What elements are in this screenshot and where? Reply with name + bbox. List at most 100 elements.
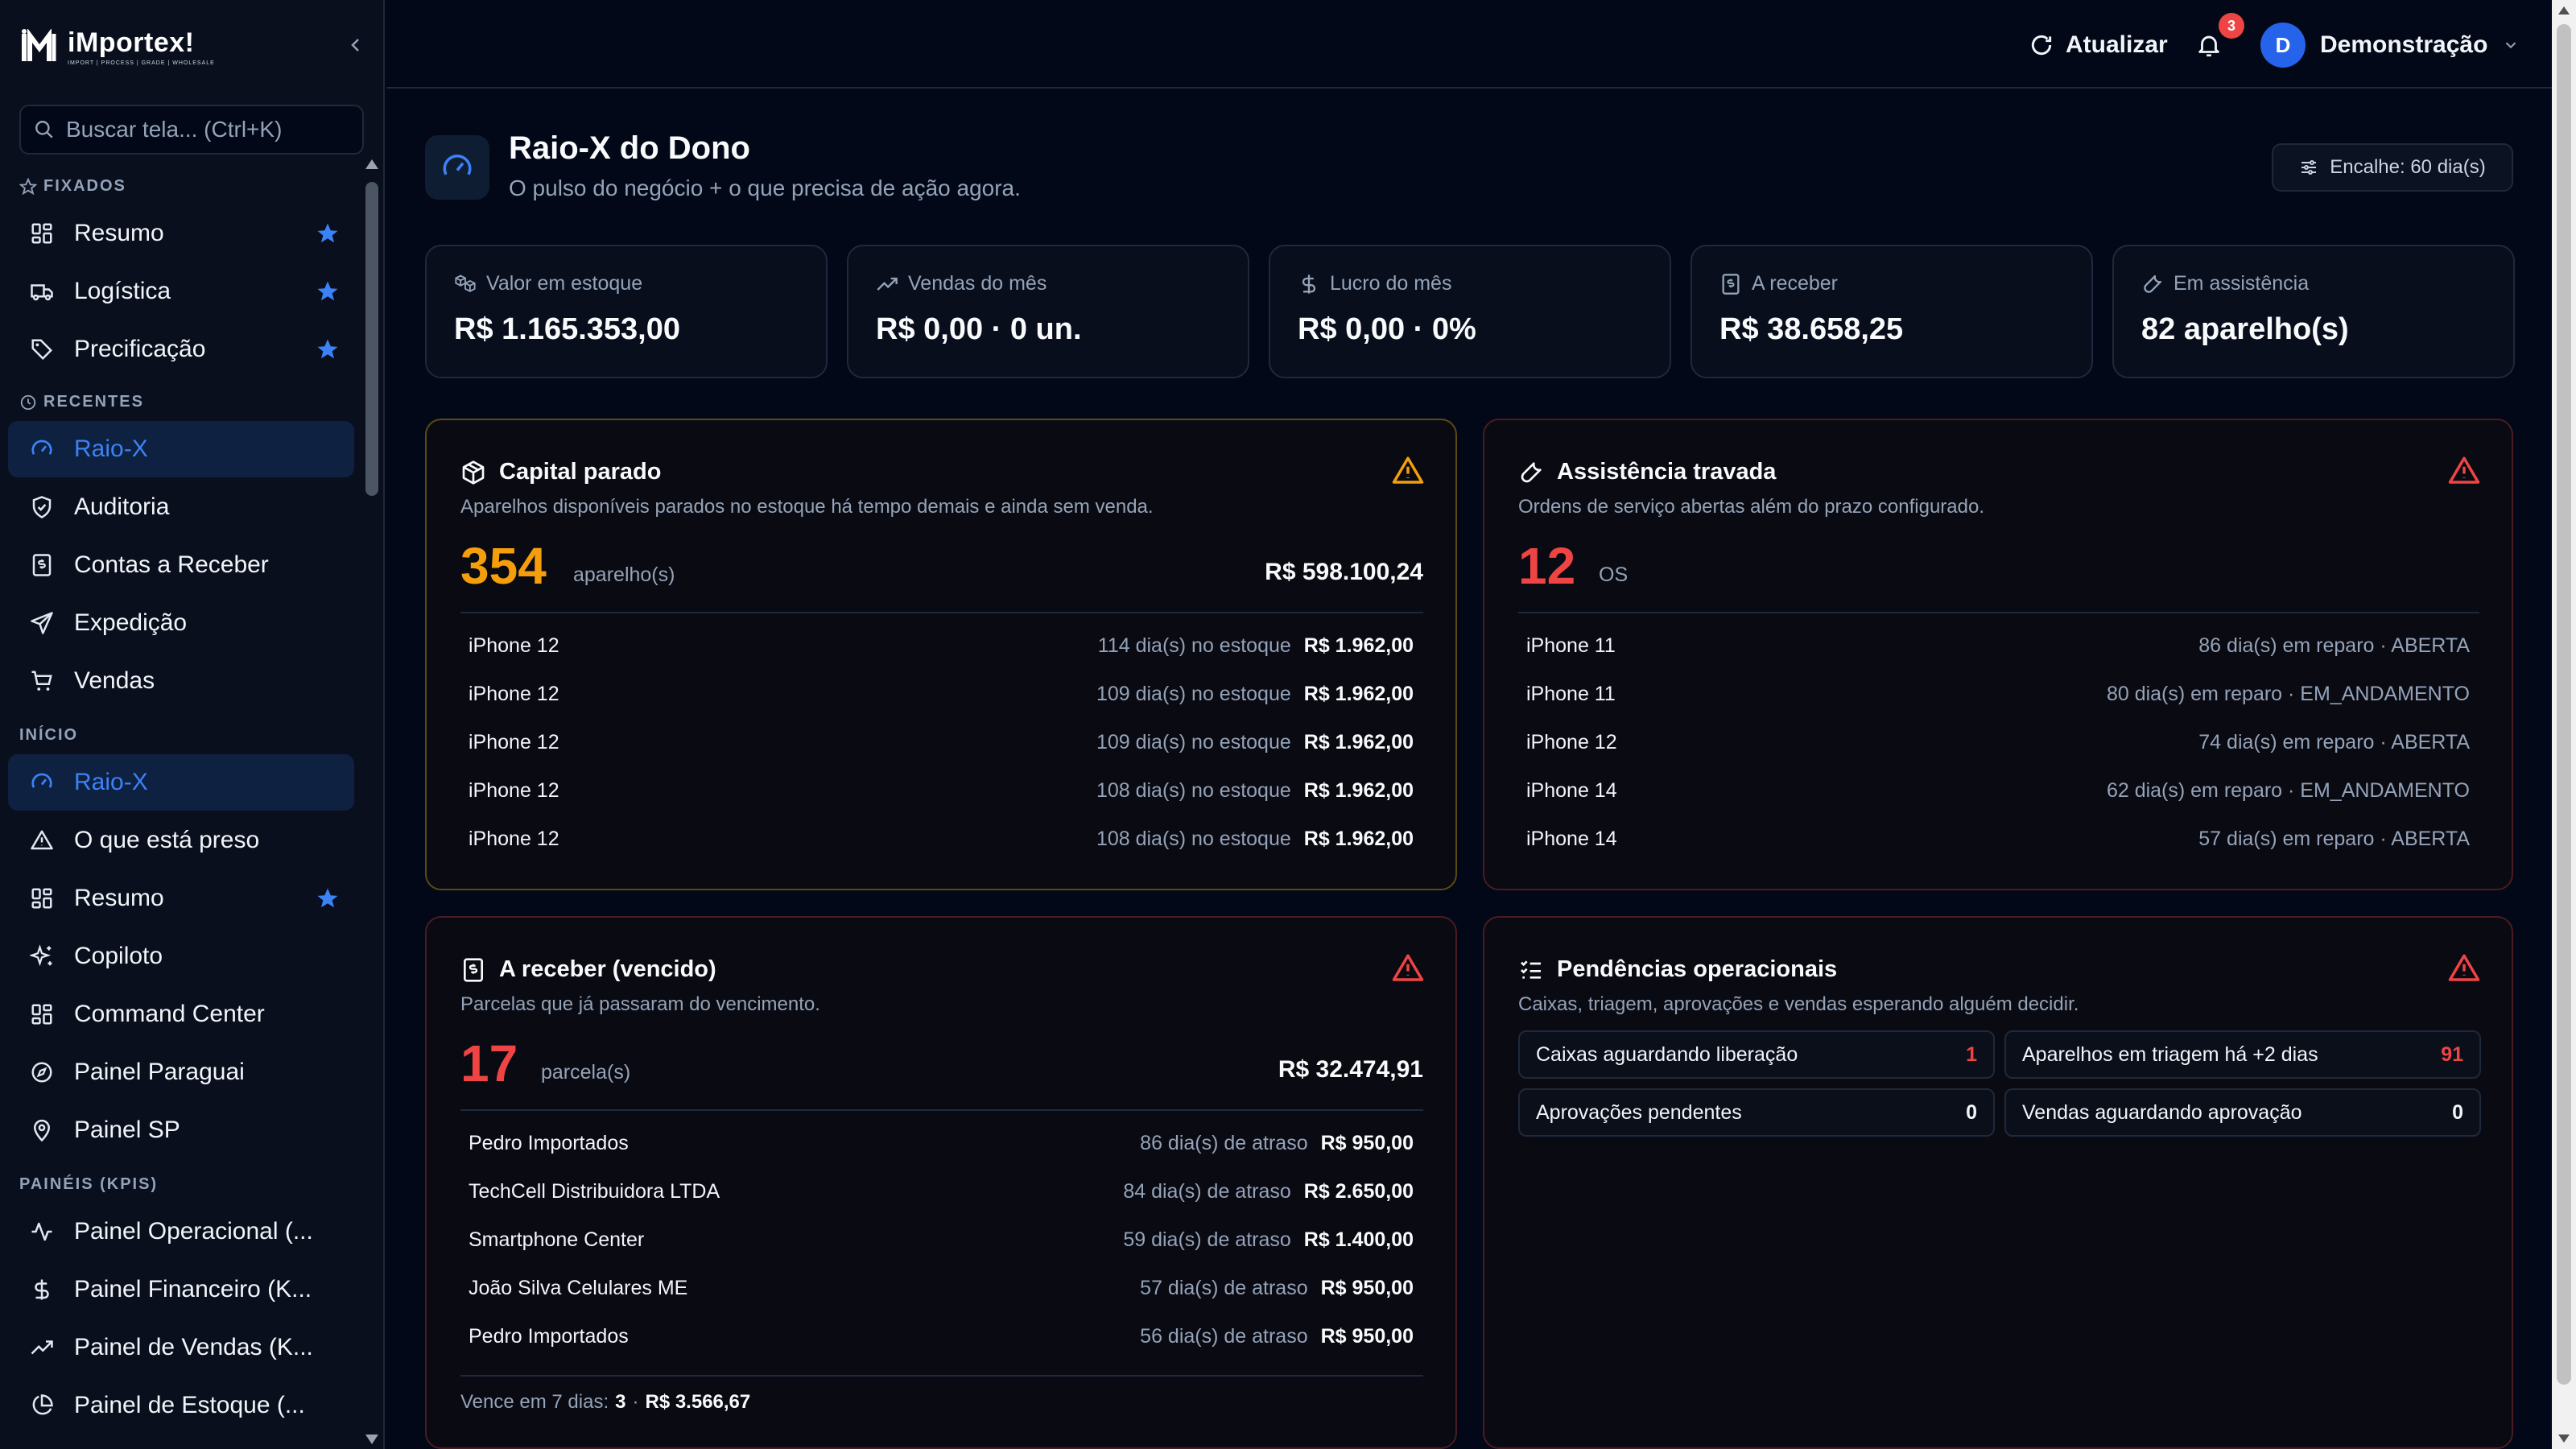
sidebar-item-contas-a-receber[interactable]: Contas a Receber: [8, 537, 354, 593]
item-value: R$ 1.962,00: [1303, 634, 1414, 657]
kpi-label: Em assistência: [2174, 272, 2310, 295]
list-item[interactable]: iPhone 11 80 dia(s) em reparo · EM_ANDAME…: [1526, 670, 2470, 718]
list-item[interactable]: iPhone 12 109 dia(s) no estoque R$ 1.962,0…: [469, 718, 1414, 766]
list-item[interactable]: iPhone 11 86 dia(s) em reparo · ABERTA: [1526, 621, 2470, 670]
user-menu[interactable]: D Demonstração: [2260, 23, 2520, 68]
sidebar-item-copiloto[interactable]: Copiloto: [8, 928, 354, 985]
sidebar-item-logistica[interactable]: Logística: [8, 263, 354, 320]
divider: [460, 612, 1423, 613]
item-value: R$ 1.962,00: [1303, 682, 1414, 705]
sidebar-item-raio-x[interactable]: Raio-X: [8, 754, 354, 811]
scroll-down-arrow[interactable]: [2558, 1435, 2570, 1443]
pending-item[interactable]: Aprovações pendentes 0: [1518, 1088, 1995, 1137]
shield-check-icon: [27, 493, 56, 522]
list-item[interactable]: iPhone 14 62 dia(s) em reparo · EM_ANDAME…: [1526, 766, 2470, 815]
sidebar-item-painel-sp[interactable]: Painel SP: [8, 1102, 354, 1158]
scrollbar-thumb[interactable]: [365, 182, 378, 496]
sidebar-item-label: Painel de Estoque (...: [74, 1392, 305, 1418]
scroll-up-arrow[interactable]: [365, 159, 378, 169]
item-name: João Silva Celulares ME: [469, 1276, 688, 1299]
divider: [1518, 612, 2479, 613]
list-item[interactable]: João Silva Celulares ME 57 dia(s) de atra…: [469, 1264, 1414, 1312]
card-total: R$ 598.100,24: [1265, 559, 1423, 585]
list-item[interactable]: TechCell Distribuidora LTDA 84 dia(s) de …: [469, 1167, 1414, 1216]
item-meta: 59 dia(s) de atraso: [1123, 1228, 1291, 1251]
pending-label: Vendas aguardando aprovação: [2022, 1100, 2302, 1124]
item-name: Smartphone Center: [469, 1228, 645, 1251]
refresh-button[interactable]: Atualizar: [2029, 24, 2168, 66]
encalhe-filter-button[interactable]: Encalhe: 60 dia(s): [2272, 143, 2513, 192]
item-meta: 109 dia(s) no estoque: [1096, 730, 1291, 753]
sidebar-item-command-center[interactable]: Command Center: [8, 986, 354, 1042]
scrollbar-thumb[interactable]: [2557, 24, 2571, 1385]
sidebar-item-raio-x-recent[interactable]: Raio-X: [8, 421, 354, 477]
pending-label: Caixas aguardando liberação: [1536, 1042, 1798, 1066]
chevron-down-icon: [2506, 42, 2516, 49]
kpi-label: A receber: [1752, 272, 1839, 295]
card-description: Parcelas que já passaram do vencimento.: [460, 993, 820, 1015]
list-item[interactable]: Pedro Importados 56 dia(s) de atraso R$ 95…: [469, 1312, 1414, 1360]
sidebar-item-painel-financeiro[interactable]: Painel Financeiro (K...: [8, 1261, 354, 1318]
sidebar-item-painel-paraguai[interactable]: Painel Paraguai: [8, 1044, 354, 1100]
pending-item[interactable]: Vendas aguardando aprovação 0: [2004, 1088, 2481, 1137]
pending-value: 0: [2452, 1100, 2463, 1124]
list-item[interactable]: iPhone 12 74 dia(s) em reparo · ABERTA: [1526, 718, 2470, 766]
collapse-sidebar-button[interactable]: [338, 27, 374, 63]
scroll-up-arrow[interactable]: [2558, 6, 2570, 14]
item-meta: 56 dia(s) de atraso: [1140, 1324, 1308, 1348]
star-icon[interactable]: [316, 337, 340, 365]
sidebar-item-o-que-esta-preso[interactable]: O que está preso: [8, 812, 354, 869]
card-a-receber-vencido: A receber (vencido) Parcelas que já pass…: [425, 916, 1457, 1449]
pending-item[interactable]: Aparelhos em triagem há +2 dias 91: [2004, 1030, 2481, 1079]
star-icon[interactable]: [316, 886, 340, 914]
receipt-icon: [1722, 273, 1740, 295]
sidebar-item-expedicao[interactable]: Expedição: [8, 595, 354, 651]
list-item[interactable]: iPhone 12 109 dia(s) no estoque R$ 1.962,0…: [469, 670, 1414, 718]
kpi-value: R$ 38.658,25: [1719, 312, 1904, 346]
section-label: FIXADOS: [43, 177, 126, 195]
brand-title: iMportex!: [68, 27, 195, 58]
list-item[interactable]: Pedro Importados 86 dia(s) de atraso R$ 95…: [469, 1119, 1414, 1167]
section-label: PAINÉIS (KPIS): [19, 1175, 159, 1193]
page-scrollbar[interactable]: [2552, 0, 2576, 1449]
item-meta: 114 dia(s) no estoque: [1097, 634, 1291, 657]
list-item[interactable]: iPhone 12 114 dia(s) no estoque R$ 1.962,0…: [469, 621, 1414, 670]
search-box[interactable]: [19, 105, 364, 155]
sidebar-scrollbar[interactable]: [361, 158, 383, 1449]
sidebar-item-auditoria[interactable]: Auditoria: [8, 479, 354, 535]
trending-up-icon: [27, 1333, 56, 1362]
wrench-icon: [1521, 461, 1542, 482]
kpi-value: R$ 1.165.353,00: [454, 312, 681, 346]
list-item[interactable]: iPhone 12 108 dia(s) no estoque R$ 1.962,0…: [469, 815, 1414, 863]
list-item[interactable]: iPhone 12 108 dia(s) no estoque R$ 1.962,0…: [469, 766, 1414, 815]
sidebar-item-resumo-inicio[interactable]: Resumo: [8, 870, 354, 927]
pending-item[interactable]: Caixas aguardando liberação 1: [1518, 1030, 1995, 1079]
search-input[interactable]: [66, 117, 356, 142]
bell-icon: [2198, 35, 2219, 57]
sidebar-item-label: Resumo: [74, 220, 164, 246]
sidebar-item-precificacao[interactable]: Precificação: [8, 321, 354, 378]
card-unit: parcela(s): [541, 1061, 631, 1084]
item-name: iPhone 12: [1526, 730, 1617, 753]
sidebar-item-resumo[interactable]: Resumo: [8, 205, 354, 262]
sidebar-item-vendas[interactable]: Vendas: [8, 653, 354, 709]
brand[interactable]: iMportex! IMPORT | PROCESS | GRADE | WHO…: [19, 18, 365, 76]
encalhe-label: Encalhe: 60 dia(s): [2330, 156, 2486, 178]
kpi-label: Lucro do mês: [1330, 272, 1452, 295]
star-icon[interactable]: [316, 221, 340, 250]
page-subtitle: O pulso do negócio + o que precisa de aç…: [509, 175, 1021, 200]
sidebar-item-painel-vendas[interactable]: Painel de Vendas (K...: [8, 1319, 354, 1376]
due-soon-count: 3: [615, 1391, 626, 1413]
sidebar-item-painel-operacional[interactable]: Painel Operacional (...: [8, 1203, 354, 1260]
item-meta: 108 dia(s) no estoque: [1096, 778, 1291, 802]
list-item[interactable]: Smartphone Center 59 dia(s) de atraso R$ 1…: [469, 1216, 1414, 1264]
sidebar-item-painel-estoque[interactable]: Painel de Estoque (...: [8, 1377, 354, 1434]
card-assistencia-travada: Assistência travada Ordens de serviço ab…: [1483, 419, 2513, 890]
sidebar-item-label: Painel Operacional (...: [74, 1218, 313, 1245]
star-icon[interactable]: [316, 279, 340, 308]
list-item[interactable]: iPhone 14 57 dia(s) em reparo · ABERTA: [1526, 815, 2470, 863]
brand-subtitle: IMPORT | PROCESS | GRADE | WHOLESALE: [68, 60, 215, 66]
scroll-down-arrow[interactable]: [365, 1435, 378, 1444]
due-soon-label: Vence em 7 dias:: [460, 1391, 609, 1413]
card-title: Pendências operacionais: [1557, 956, 1838, 982]
